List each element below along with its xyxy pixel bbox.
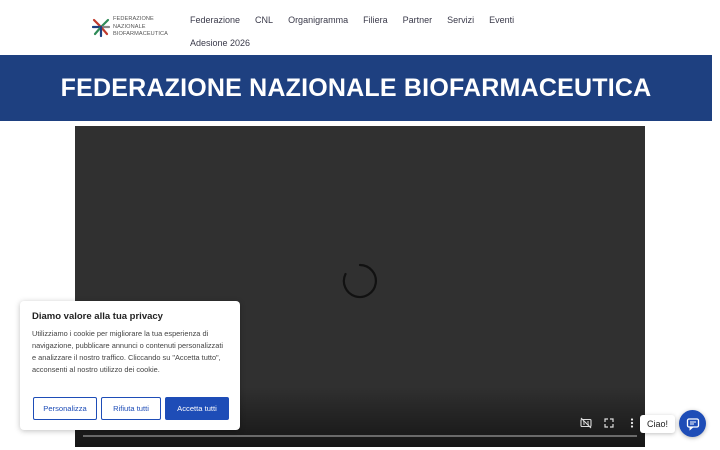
chat-bubble-icon	[686, 417, 699, 431]
page: FEDERAZIONE NAZIONALE BIOFARMACEUTICA Fe…	[0, 0, 720, 450]
cookie-description: Utilizziamo i cookie per migliorare la t…	[32, 329, 224, 374]
logo-text: FEDERAZIONE NAZIONALE BIOFARMACEUTICA	[113, 16, 168, 39]
fullscreen-icon[interactable]	[602, 416, 616, 430]
main-nav: Federazione CNL Organigramma Filiera Par…	[190, 9, 520, 54]
logo-line: NAZIONALE	[113, 23, 146, 30]
nav-item-adesione[interactable]: Adesione 2026	[190, 38, 250, 48]
nav-row: Federazione CNL Organigramma Filiera Par…	[190, 9, 520, 31]
cookie-consent-dialog: Diamo valore alla tua privacy Utilizziam…	[20, 301, 240, 430]
customize-button[interactable]: Personalizza	[33, 397, 97, 420]
site-header: FEDERAZIONE NAZIONALE BIOFARMACEUTICA Fe…	[0, 0, 720, 55]
cookie-buttons: Personalizza Rifiuta tutti Accetta tutti	[33, 397, 229, 420]
page-title: FEDERAZIONE NAZIONALE BIOFARMACEUTICA	[60, 73, 652, 102]
nav-item-eventi[interactable]: Eventi	[489, 15, 514, 25]
nav-item-cnl[interactable]: CNL	[255, 15, 273, 25]
reject-all-button[interactable]: Rifiuta tutti	[101, 397, 161, 420]
cookie-title: Diamo valore alla tua privacy	[32, 311, 163, 322]
nav-item-partner[interactable]: Partner	[403, 15, 433, 25]
video-progress-bar[interactable]	[83, 435, 637, 437]
site-logo[interactable]: FEDERAZIONE NAZIONALE BIOFARMACEUTICA	[92, 15, 172, 41]
nav-item-federazione[interactable]: Federazione	[190, 15, 240, 25]
nav-item-organigramma[interactable]: Organigramma	[288, 15, 348, 25]
captions-off-icon[interactable]	[579, 416, 593, 430]
accept-all-button[interactable]: Accetta tutti	[165, 397, 229, 420]
hero-banner: FEDERAZIONE NAZIONALE BIOFARMACEUTICA	[0, 55, 712, 121]
banner-edge	[712, 55, 720, 121]
logo-emblem-icon	[92, 18, 110, 38]
more-options-icon[interactable]	[625, 416, 639, 430]
logo-line: FEDERAZIONE	[113, 16, 154, 22]
logo-line: BIOFARMACEUTICA	[113, 31, 168, 38]
chat-button[interactable]	[679, 410, 706, 437]
nav-item-filiera[interactable]: Filiera	[363, 15, 388, 25]
nav-item-servizi[interactable]: Servizi	[447, 15, 474, 25]
chat-greeting[interactable]: Ciao!	[640, 415, 676, 433]
loading-spinner-icon	[342, 263, 377, 299]
nav-row: Adesione 2026	[190, 32, 520, 54]
